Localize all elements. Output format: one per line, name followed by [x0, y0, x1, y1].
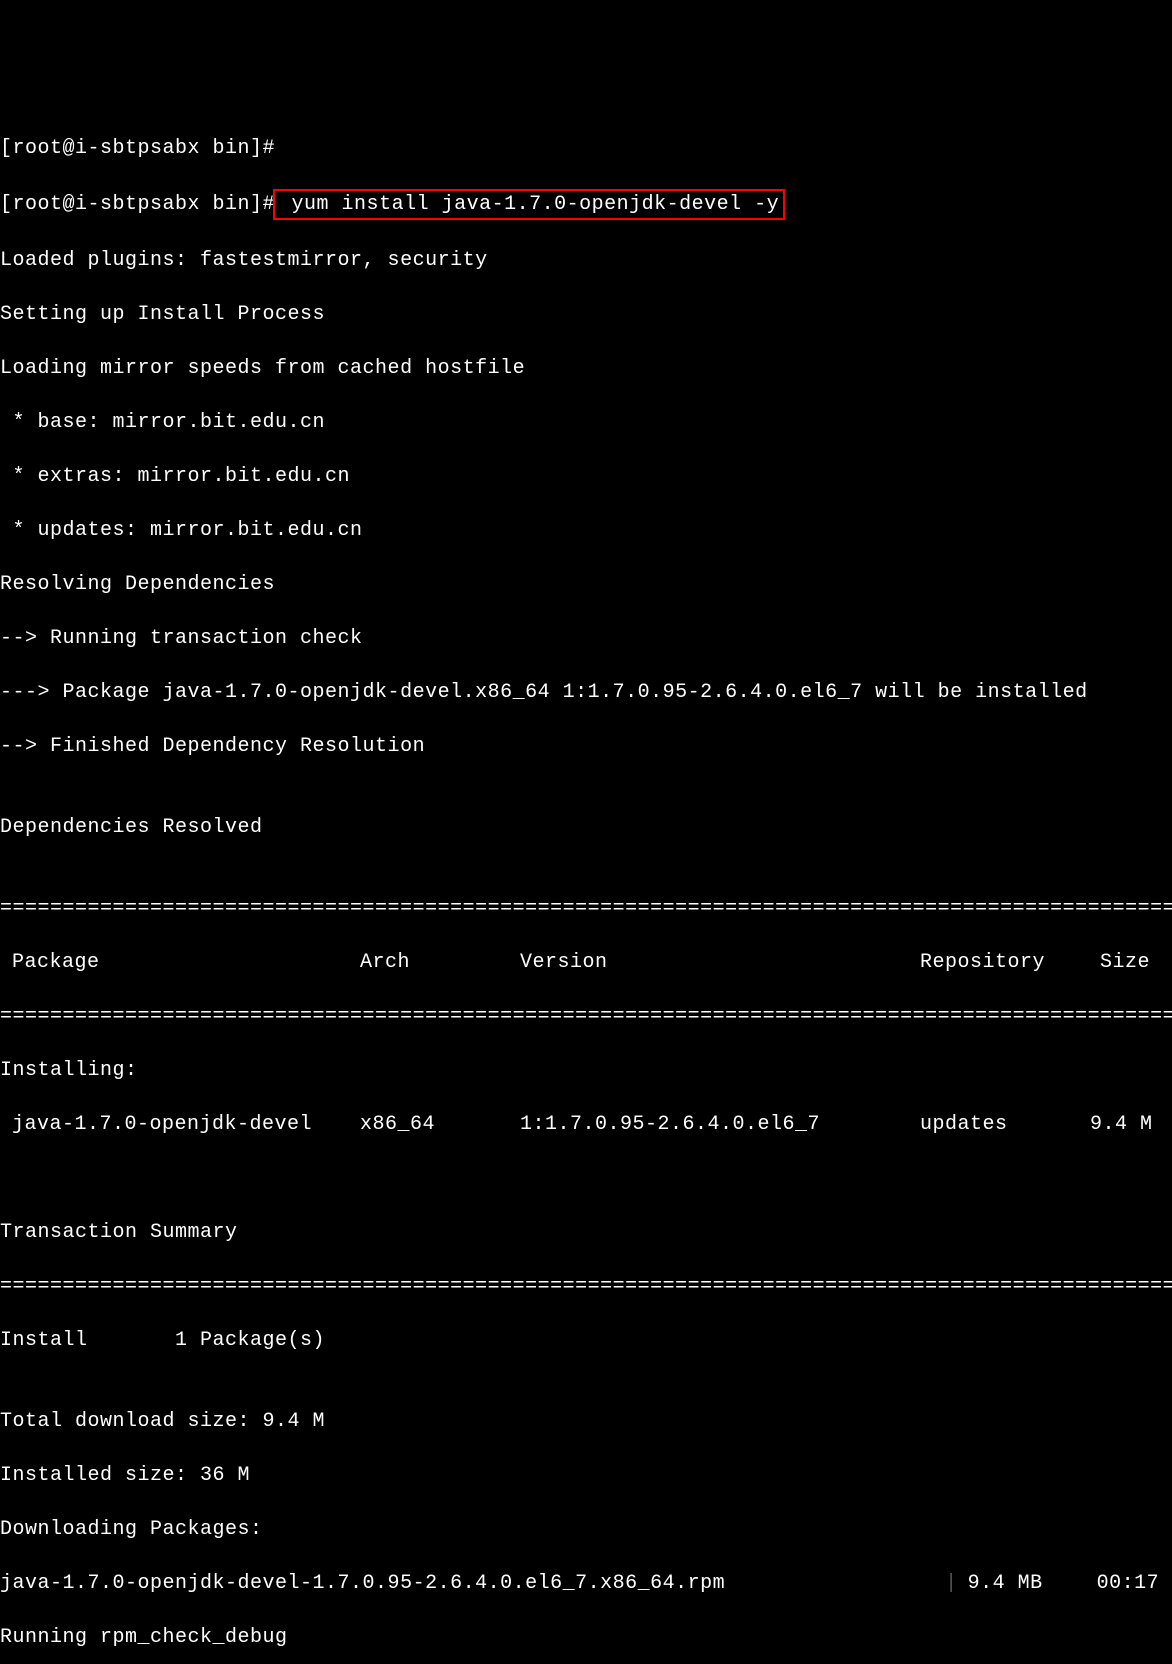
table-header-row: PackageArchVersionRepositorySize: [0, 949, 1172, 976]
header-size: Size: [1090, 949, 1150, 976]
header-repository: Repository: [920, 949, 1090, 976]
output-line: * updates: mirror.bit.edu.cn: [0, 517, 1172, 544]
download-time: 00:17: [1043, 1570, 1160, 1597]
output-line: Total download size: 9.4 M: [0, 1408, 1172, 1435]
output-line: Downloading Packages:: [0, 1516, 1172, 1543]
separator: ========================================…: [0, 1003, 1172, 1030]
prompt-line-top: [root@i-sbtpsabx bin]#: [0, 135, 1172, 162]
row-version: 1:1.7.0.95-2.6.4.0.el6_7: [520, 1111, 920, 1138]
row-size: 9.4 M: [1090, 1111, 1150, 1138]
output-line: --> Running transaction check: [0, 625, 1172, 652]
header-package: Package: [0, 949, 360, 976]
download-file: java-1.7.0-openjdk-devel-1.7.0.95-2.6.4.…: [0, 1572, 725, 1595]
installing-label: Installing:: [0, 1057, 1172, 1084]
output-line: * extras: mirror.bit.edu.cn: [0, 463, 1172, 490]
row-package: java-1.7.0-openjdk-devel: [0, 1111, 360, 1138]
row-repository: updates: [920, 1111, 1090, 1138]
separator: ========================================…: [0, 1273, 1172, 1300]
output-line: Running rpm_check_debug: [0, 1624, 1172, 1651]
output-line: Setting up Install Process: [0, 301, 1172, 328]
table-row: java-1.7.0-openjdk-develx86_641:1.7.0.95…: [0, 1111, 1172, 1138]
header-arch: Arch: [360, 949, 520, 976]
transaction-summary-label: Transaction Summary: [0, 1219, 1172, 1246]
output-line: Installed size: 36 M: [0, 1462, 1172, 1489]
output-line: Loaded plugins: fastestmirror, security: [0, 247, 1172, 274]
output-line: ---> Package java-1.7.0-openjdk-devel.x8…: [0, 679, 1172, 706]
download-separator: |: [725, 1570, 958, 1597]
prompt-text: [root@i-sbtpsabx bin]#: [0, 193, 275, 216]
separator: ========================================…: [0, 895, 1172, 922]
blank-line: [0, 1165, 1172, 1192]
row-arch: x86_64: [360, 1111, 520, 1138]
output-line: --> Finished Dependency Resolution: [0, 733, 1172, 760]
output-line: Resolving Dependencies: [0, 571, 1172, 598]
install-count: Install 1 Package(s): [0, 1327, 1172, 1354]
output-line: Dependencies Resolved: [0, 814, 1172, 841]
download-size: 9.4 MB: [958, 1570, 1043, 1597]
terminal-output[interactable]: [root@i-sbtpsabx bin]# [root@i-sbtpsabx …: [0, 108, 1172, 1664]
output-line: Loading mirror speeds from cached hostfi…: [0, 355, 1172, 382]
output-line: * base: mirror.bit.edu.cn: [0, 409, 1172, 436]
header-version: Version: [520, 949, 920, 976]
prompt-line: [root@i-sbtpsabx bin]# yum install java-…: [0, 189, 1172, 220]
command-highlight: yum install java-1.7.0-openjdk-devel -y: [273, 189, 785, 220]
download-row: java-1.7.0-openjdk-devel-1.7.0.95-2.6.4.…: [0, 1570, 1172, 1597]
